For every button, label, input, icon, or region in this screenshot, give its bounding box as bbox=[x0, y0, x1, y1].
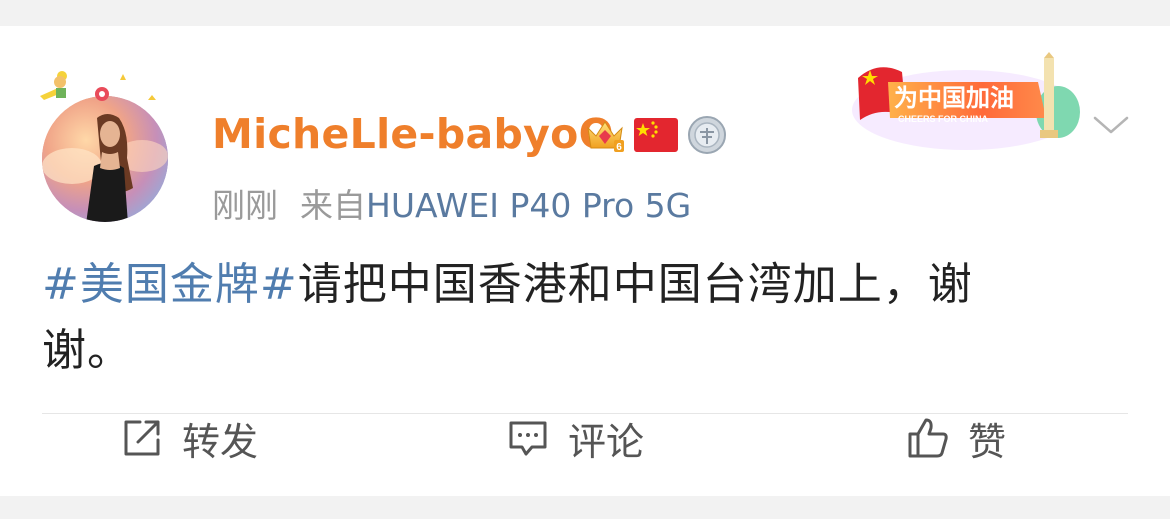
china-flag-icon bbox=[634, 118, 678, 152]
repost-icon bbox=[124, 420, 160, 456]
username[interactable]: MicheLle-babyoO bbox=[212, 110, 614, 158]
silver-medal-icon[interactable] bbox=[686, 114, 728, 156]
like-button[interactable]: 赞 bbox=[906, 412, 1006, 464]
post-device[interactable]: HUAWEI P40 Pro 5G bbox=[366, 186, 691, 225]
comment-label: 评论 bbox=[568, 419, 645, 464]
post-text: #美国金牌#请把中国香港和中国台湾加上，谢谢。 bbox=[42, 252, 1042, 384]
post-source-prefix: 来自 bbox=[300, 186, 366, 225]
user-avatar[interactable] bbox=[42, 96, 168, 222]
svg-text:6: 6 bbox=[616, 142, 622, 153]
repost-button[interactable]: 转发 bbox=[120, 412, 258, 464]
comment-icon bbox=[509, 421, 547, 456]
repost-label: 转发 bbox=[182, 419, 259, 464]
cheers-for-china-banner[interactable]: 为中国加油 CHEERS FOR CHINA bbox=[848, 52, 1084, 152]
chevron-down-icon[interactable] bbox=[1090, 110, 1132, 140]
user-badges: 6 bbox=[584, 112, 728, 158]
avatar-pendant-decoration bbox=[40, 71, 156, 101]
thumbs-up-icon bbox=[908, 418, 948, 458]
banner-subtitle: CHEERS FOR CHINA bbox=[898, 114, 989, 124]
post-action-bar: 转发 评论 赞 bbox=[0, 388, 1170, 496]
banner-title: 为中国加油 bbox=[894, 84, 1014, 112]
hashtag-link[interactable]: #美国金牌# bbox=[42, 259, 298, 310]
avatar-portrait-image bbox=[42, 96, 168, 222]
post-time: 刚刚 bbox=[212, 186, 278, 225]
crown-vip-6-icon[interactable]: 6 bbox=[584, 114, 626, 156]
like-label: 赞 bbox=[968, 419, 1007, 464]
comment-button[interactable]: 评论 bbox=[506, 412, 644, 464]
post-meta: 刚刚 来自HUAWEI P40 Pro 5G bbox=[212, 179, 691, 227]
